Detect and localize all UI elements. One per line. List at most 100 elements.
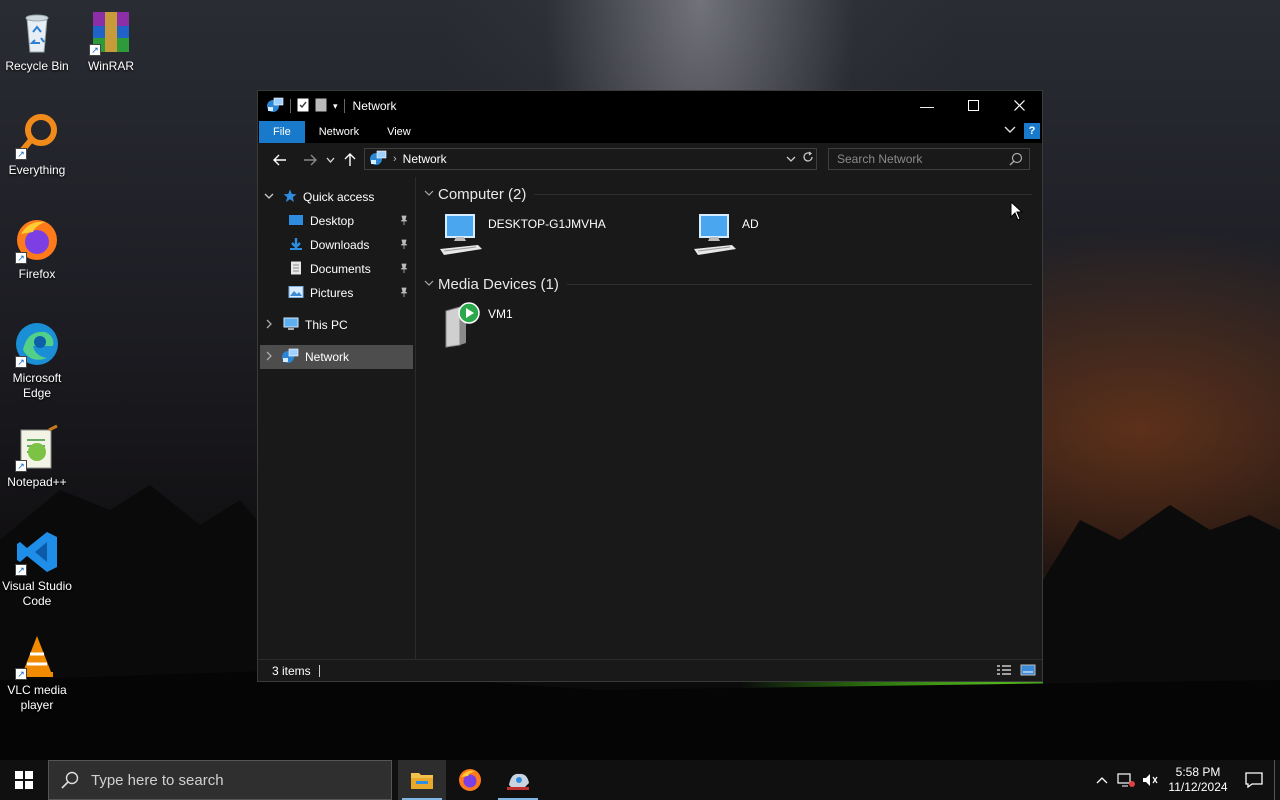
new-folder-icon[interactable] [315,98,327,115]
action-center-button[interactable] [1234,772,1274,788]
sidebar-item-label: Desktop [310,214,355,228]
chevron-down-icon [326,157,334,163]
sidebar-item-this-pc[interactable]: This PC [258,313,415,337]
network-icon [266,97,284,116]
tab-view[interactable]: View [373,121,425,143]
recycle-bin-icon [13,8,61,56]
minimize-button[interactable]: — [904,91,950,121]
start-button[interactable] [0,760,48,800]
windows-logo-icon [15,771,33,789]
volume-muted-icon[interactable] [1138,772,1162,788]
search-icon[interactable] [1009,152,1023,169]
desktop-icon-everything[interactable]: ↗ Everything [0,112,74,178]
details-view-icon[interactable] [996,664,1012,679]
file-explorer-icon [411,773,433,789]
help-icon[interactable]: ? [1024,123,1040,139]
sidebar-item-pictures[interactable]: Pictures [258,281,415,305]
network-item-computer[interactable]: AD [692,211,946,269]
maximize-button[interactable] [950,91,996,121]
desktop-icon-vlc[interactable]: ↗ VLC media player [0,632,74,713]
desktop-icon-notepadpp[interactable]: ↗ Notepad++ [0,424,74,490]
pin-icon [399,239,409,252]
back-arrow-icon [273,154,286,166]
taskbar-network-app[interactable] [494,760,542,800]
up-button[interactable] [338,148,362,172]
vscode-icon: ↗ [13,528,61,576]
desktop-folder-icon [288,213,304,230]
item-count: 3 items [272,663,311,678]
customize-dropdown-icon[interactable]: ▾ [333,101,338,112]
everything-search-icon: ↗ [13,112,61,160]
taskbar-search-box[interactable]: Type here to search [48,760,392,800]
file-explorer-window: ▾ Network — File Network View ? › Networ… [257,90,1043,682]
forward-button[interactable] [298,148,322,172]
group-divider [534,193,1032,195]
tab-network[interactable]: Network [305,121,373,143]
navigation-bar: › Network [258,143,1042,177]
properties-icon[interactable] [297,98,309,115]
sidebar-item-downloads[interactable]: Downloads [258,233,415,257]
show-desktop-button[interactable] [1274,760,1280,800]
network-computer-icon [692,211,738,259]
minimize-icon: — [920,98,934,114]
desktop-icon-vscode[interactable]: ↗ Visual Studio Code [0,528,74,609]
taskbar-firefox[interactable] [446,760,494,800]
recent-locations-button[interactable] [322,148,338,172]
chevron-right-icon[interactable] [259,351,279,364]
up-arrow-icon [344,153,356,166]
sidebar-item-desktop[interactable]: Desktop [258,209,415,233]
close-button[interactable] [996,91,1042,121]
sidebar-item-documents[interactable]: Documents [258,257,415,281]
address-dropdown-icon[interactable] [786,152,796,166]
taskbar: Type here to search 5:58 PM 11/12/2024 [0,760,1280,800]
sidebar-item-quick-access[interactable]: Quick access [258,185,415,209]
network-status-icon[interactable] [1114,772,1138,788]
search-input[interactable] [837,152,1007,166]
chevron-right-icon[interactable] [259,319,279,332]
refresh-icon[interactable] [802,151,814,166]
toolbar-divider [343,99,345,113]
desktop-icon-winrar[interactable]: ↗ WinRAR [74,8,148,74]
group-title: Media Devices (1) [438,275,559,293]
desktop-icon-label: Firefox [18,267,56,281]
desktop-icon-firefox[interactable]: ↗ Firefox [0,216,74,282]
network-item-computer[interactable]: DESKTOP-G1JMVHA [438,211,692,269]
search-icon [61,771,79,789]
taskbar-search-placeholder: Type here to search [91,771,224,789]
taskbar-clock[interactable]: 5:58 PM 11/12/2024 [1162,765,1234,795]
show-hidden-icons-button[interactable] [1090,776,1114,784]
maximize-icon [967,98,979,114]
network-computer-icon [438,211,484,259]
chevron-down-icon[interactable] [259,192,279,203]
expand-ribbon-icon[interactable] [1004,125,1016,137]
network-item-media-device[interactable]: VM1 [438,301,692,359]
desktop-icon-label: VLC media player [7,683,67,712]
desktop-icon-edge[interactable]: ↗ Microsoft Edge [0,320,74,401]
vlc-icon: ↗ [13,632,61,680]
group-header-media-devices[interactable]: Media Devices (1) [424,275,1042,293]
tab-file[interactable]: File [259,121,305,143]
file-list-pane: Computer (2) DESKTOP-G1JMVHA AD Media De… [416,177,1042,659]
quick-access-toolbar: ▾ [258,97,345,116]
mouse-cursor-icon [1010,201,1024,221]
chevron-down-icon[interactable] [424,189,438,200]
sidebar-item-label: Pictures [310,286,354,300]
sidebar-item-label: Quick access [303,190,375,204]
sidebar-item-network[interactable]: Network [260,345,413,369]
desktop-icon-label: Notepad++ [7,475,67,489]
chevron-down-icon[interactable] [424,279,438,290]
status-bar: 3 items [258,659,1042,681]
large-icons-view-icon[interactable] [1020,664,1036,679]
sidebar-item-label: Downloads [310,238,370,252]
breadcrumb-separator-icon[interactable]: › [393,153,397,165]
address-bar[interactable]: › Network [364,148,817,170]
taskbar-file-explorer[interactable] [398,760,446,800]
window-title: Network [352,99,397,113]
breadcrumb-network[interactable]: Network [403,152,447,166]
forward-arrow-icon [304,154,317,166]
search-box[interactable] [828,148,1030,170]
desktop-icon-recycle-bin[interactable]: Recycle Bin [0,8,74,74]
group-header-computer[interactable]: Computer (2) [424,185,1042,203]
title-bar[interactable]: ▾ Network — [258,91,1042,121]
back-button[interactable] [268,148,292,172]
